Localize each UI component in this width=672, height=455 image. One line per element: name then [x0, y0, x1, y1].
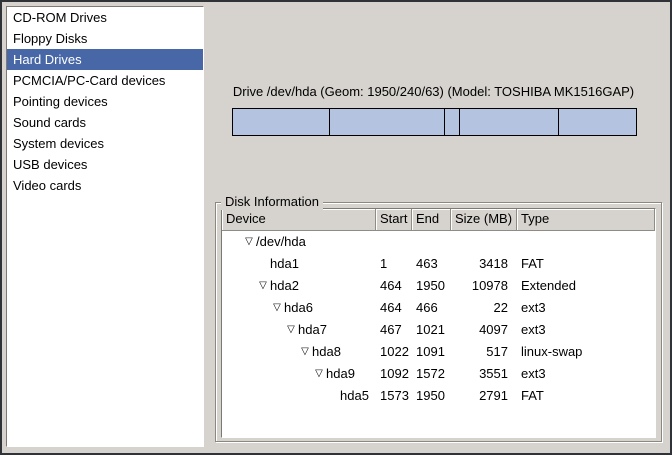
size-cell: 22	[451, 297, 517, 319]
column-header[interactable]: Device	[222, 209, 376, 231]
device-label: hda5	[340, 385, 369, 407]
table-row[interactable]: ▽hda6 46446622ext3	[222, 297, 655, 319]
size-cell: 4097	[451, 319, 517, 341]
type-cell: ext3	[517, 363, 655, 385]
partition-divider	[329, 109, 330, 135]
end-cell: 1950	[412, 385, 451, 407]
table-row[interactable]: ▽hda2 464195010978Extended	[222, 275, 655, 297]
start-cell: 467	[376, 319, 412, 341]
start-cell: 464	[376, 297, 412, 319]
table-row[interactable]: hda1 14633418FAT	[222, 253, 655, 275]
column-header[interactable]: Start	[376, 209, 412, 231]
sidebar-item[interactable]: Sound cards	[7, 112, 203, 133]
table-row[interactable]: ▽hda9 109215723551ext3	[222, 363, 655, 385]
partition-divider	[558, 109, 559, 135]
start-cell: 464	[376, 275, 412, 297]
type-cell: Extended	[517, 275, 655, 297]
device-label: hda2	[270, 275, 299, 297]
device-label: /dev/hda	[256, 231, 306, 253]
sidebar-item[interactable]: Hard Drives	[7, 49, 203, 70]
start-cell: 1	[376, 253, 412, 275]
table-row[interactable]: hda5 157319502791FAT	[222, 385, 655, 407]
size-cell	[451, 231, 517, 253]
expander-icon[interactable]: ▽	[270, 297, 284, 319]
hardware-browser-window: CD-ROM DrivesFloppy DisksHard DrivesPCMC…	[0, 0, 672, 455]
type-cell: ext3	[517, 297, 655, 319]
column-header[interactable]: Size (MB)	[451, 209, 517, 231]
disk-information-label: Disk Information	[221, 194, 323, 210]
expander-icon[interactable]: ▽	[256, 275, 270, 297]
size-cell: 10978	[451, 275, 517, 297]
partition-table-header: DeviceStartEndSize (MB)Type	[222, 209, 655, 231]
start-cell	[376, 231, 412, 253]
device-category-list[interactable]: CD-ROM DrivesFloppy DisksHard DrivesPCMC…	[6, 6, 204, 447]
sidebar-item[interactable]: Floppy Disks	[7, 28, 203, 49]
type-cell: linux-swap	[517, 341, 655, 363]
device-label: hda7	[298, 319, 327, 341]
size-cell: 2791	[451, 385, 517, 407]
partition-table[interactable]: DeviceStartEndSize (MB)Type ▽/dev/hdahda…	[221, 208, 656, 438]
type-cell	[517, 231, 655, 253]
size-cell: 3551	[451, 363, 517, 385]
size-cell: 3418	[451, 253, 517, 275]
column-header[interactable]: Type	[517, 209, 655, 231]
table-row[interactable]: ▽hda7 46710214097ext3	[222, 319, 655, 341]
device-label: hda9	[326, 363, 355, 385]
drive-geometry-title: Drive /dev/hda (Geom: 1950/240/63) (Mode…	[230, 84, 637, 100]
end-cell: 463	[412, 253, 451, 275]
device-label: hda6	[284, 297, 313, 319]
sidebar-item[interactable]: USB devices	[7, 154, 203, 175]
device-label: hda1	[270, 253, 299, 275]
start-cell: 1573	[376, 385, 412, 407]
column-header[interactable]: End	[412, 209, 451, 231]
sidebar-item[interactable]: CD-ROM Drives	[7, 7, 203, 28]
expander-icon[interactable]: ▽	[312, 363, 326, 385]
start-cell: 1092	[376, 363, 412, 385]
partition-table-body: ▽/dev/hdahda114633418FAT▽hda246419501097…	[222, 231, 655, 407]
type-cell: ext3	[517, 319, 655, 341]
end-cell: 1572	[412, 363, 451, 385]
expander-icon[interactable]: ▽	[298, 341, 312, 363]
expander-icon[interactable]: ▽	[284, 319, 298, 341]
end-cell	[412, 231, 451, 253]
end-cell: 1021	[412, 319, 451, 341]
sidebar-item[interactable]: Video cards	[7, 175, 203, 196]
partition-divider	[444, 109, 445, 135]
partition-divider	[459, 109, 460, 135]
sidebar-item[interactable]: Pointing devices	[7, 91, 203, 112]
end-cell: 466	[412, 297, 451, 319]
start-cell: 1022	[376, 341, 412, 363]
expander-icon[interactable]: ▽	[242, 231, 256, 253]
sidebar-item[interactable]: System devices	[7, 133, 203, 154]
type-cell: FAT	[517, 253, 655, 275]
table-row[interactable]: ▽/dev/hda	[222, 231, 655, 253]
partition-bar	[232, 108, 637, 136]
table-row[interactable]: ▽hda8 10221091517linux-swap	[222, 341, 655, 363]
sidebar-item[interactable]: PCMCIA/PC-Card devices	[7, 70, 203, 91]
type-cell: FAT	[517, 385, 655, 407]
device-label: hda8	[312, 341, 341, 363]
end-cell: 1950	[412, 275, 451, 297]
size-cell: 517	[451, 341, 517, 363]
end-cell: 1091	[412, 341, 451, 363]
